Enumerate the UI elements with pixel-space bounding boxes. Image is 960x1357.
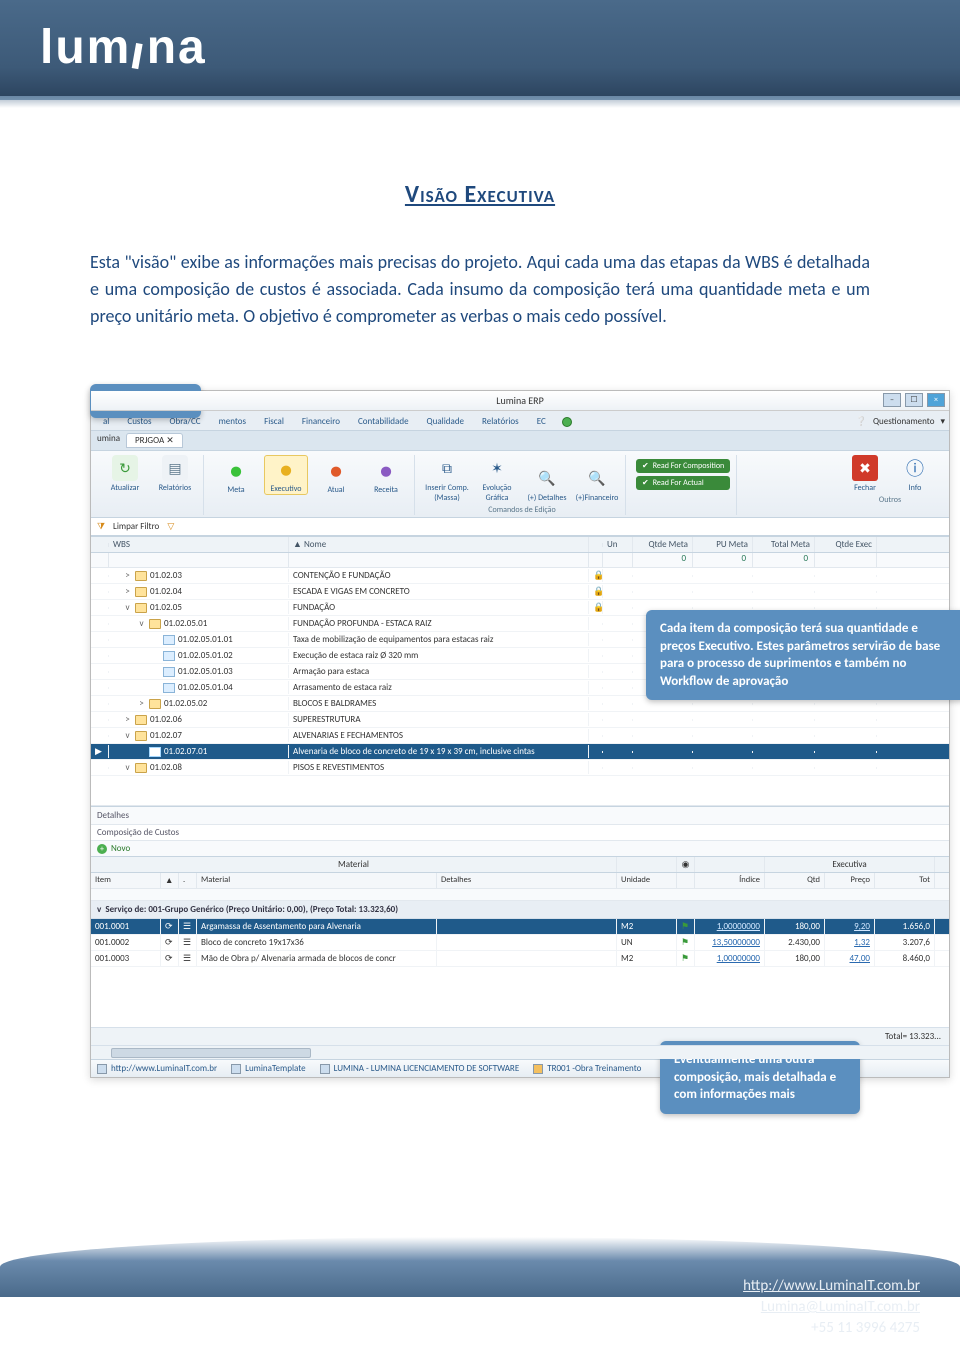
horizontal-scrollbar[interactable] bbox=[91, 1045, 949, 1059]
ribbon-tab[interactable]: Contabilidade bbox=[350, 413, 417, 430]
footer-email: Lumina@LuminaIT.com.br bbox=[743, 1297, 920, 1318]
detail-grid-head1: Material ◉ Executiva bbox=[91, 856, 949, 873]
footer-phone: +55 11 3996 4275 bbox=[743, 1318, 920, 1339]
col-wbs[interactable]: WBS bbox=[109, 537, 289, 552]
section-title: Visão Executiva bbox=[90, 180, 870, 209]
detail-title: Detalhes bbox=[91, 807, 949, 825]
col-nome[interactable]: Nome bbox=[304, 539, 326, 550]
window-close-button[interactable]: × bbox=[927, 393, 945, 407]
read-actual-toggle[interactable]: ✔ Read For Actual bbox=[636, 476, 730, 490]
ribbon-toolbar: ↻Atualizar ▤Relatórios ●Meta ●Executivo … bbox=[91, 451, 949, 518]
ribbon-tab[interactable]: mentos bbox=[211, 413, 255, 430]
atual-view-button[interactable]: ●Atual bbox=[314, 457, 358, 495]
status-project: TR001 -Obra Treinamento bbox=[533, 1063, 641, 1074]
ribbon-group-label: Outros bbox=[879, 495, 901, 505]
status-license: LUMINA - LUMINA LICENCIAMENTO DE SOFTWAR… bbox=[320, 1063, 520, 1074]
filter-bar: ⧩ Limpar Filtro ▽ bbox=[91, 518, 949, 536]
wbs-row[interactable]: v 01.02.08PISOS E REVESTIMENTOS bbox=[91, 760, 949, 776]
ribbon-tab[interactable]: Financeiro bbox=[294, 413, 348, 430]
detail-pane: Detalhes Composição de Custos +Novo Mate… bbox=[91, 806, 949, 1059]
financeiro-button[interactable]: 🔍(+)Financeiro bbox=[575, 465, 619, 503]
help-icon[interactable]: ❔ bbox=[856, 416, 867, 427]
doc-icon bbox=[231, 1064, 241, 1074]
check-icon bbox=[562, 417, 572, 427]
detail-total: Total= 13.323... bbox=[885, 1031, 941, 1042]
grid-blank-space bbox=[91, 776, 949, 806]
page-banner: lumına bbox=[0, 0, 960, 100]
ribbon-tab[interactable]: Qualidade bbox=[419, 413, 472, 430]
file-icon bbox=[320, 1064, 330, 1074]
col-pu-meta[interactable]: PU Meta bbox=[693, 537, 753, 552]
scrollbar-thumb[interactable] bbox=[111, 1048, 311, 1058]
group-material: Material bbox=[91, 857, 617, 872]
ribbon-tab[interactable]: Fiscal bbox=[256, 413, 292, 430]
brand-logo: lumına bbox=[0, 0, 960, 75]
detail-subtitle: Composição de Custos bbox=[91, 825, 949, 841]
novo-button[interactable]: +Novo bbox=[91, 841, 136, 856]
insert-comp-button[interactable]: ⧉Inserir Comp. (Massa) bbox=[425, 455, 469, 503]
screenshot-figure: Visão executiva Cada item da composição … bbox=[80, 390, 960, 1078]
meta-view-button[interactable]: ●Meta bbox=[214, 457, 258, 495]
footer-url: http://www.LuminaIT.com.br bbox=[743, 1276, 920, 1297]
executivo-view-button[interactable]: ●Executivo bbox=[264, 455, 308, 495]
funnel-icon[interactable]: ⧩ bbox=[97, 521, 105, 532]
read-composition-toggle[interactable]: ✔ Read For Composition bbox=[636, 459, 730, 473]
clear-filter-button[interactable]: Limpar Filtro bbox=[113, 521, 159, 532]
evolucao-button[interactable]: ✶Evolução Gráfica bbox=[475, 455, 519, 503]
document-tabs: umina PRJGOA ✕ bbox=[91, 431, 949, 451]
callout-right: Cada item da composição terá sua quantid… bbox=[646, 610, 960, 700]
ribbon-tabs: al Custos Obra/CC mentos Fiscal Financei… bbox=[91, 411, 949, 431]
help-label[interactable]: Questionamento bbox=[873, 416, 934, 427]
window-minimize-button[interactable]: – bbox=[883, 393, 901, 407]
detail-grid-body: 001.0001⟳☰Argamassa de Assentamento para… bbox=[91, 919, 949, 967]
window-titlebar: Lumina ERP – ☐ × bbox=[91, 391, 949, 411]
col-qtde-meta[interactable]: Qtde Meta bbox=[633, 537, 693, 552]
status-url[interactable]: http://www.LuminaIT.com.br bbox=[97, 1063, 217, 1074]
detail-row[interactable]: 001.0002⟳☰Bloco de concreto 19x17x36UN⚑1… bbox=[91, 935, 949, 951]
col-un[interactable]: Un bbox=[603, 537, 633, 552]
col-qtde-exec[interactable]: Qtde Exec bbox=[815, 537, 877, 552]
detail-grid-head2: Item ▲. Material Detalhes Unidade Índice… bbox=[91, 873, 949, 889]
filter-icon[interactable]: ▽ bbox=[167, 521, 174, 532]
callout-right-text: Cada item da composição terá sua quantid… bbox=[660, 621, 940, 689]
wbs-row[interactable]: > 01.02.06SUPERESTRUTURA bbox=[91, 712, 949, 728]
wbs-grid-filter-row: 0 0 0 bbox=[91, 553, 949, 568]
section-paragraph: Esta "visão" exibe as informações mais p… bbox=[90, 249, 870, 330]
detail-row[interactable]: 001.0001⟳☰Argamassa de Assentamento para… bbox=[91, 919, 949, 935]
receita-view-button[interactable]: ●Receita bbox=[364, 457, 408, 495]
wbs-row[interactable]: > 01.02.04ESCADA E VIGAS EM CONCRETO🔒 bbox=[91, 584, 949, 600]
document-tab[interactable]: PRJGOA ✕ bbox=[126, 433, 183, 448]
home-icon bbox=[533, 1064, 543, 1074]
col-total-meta[interactable]: Total Meta bbox=[753, 537, 815, 552]
info-button[interactable]: ⓘInfo bbox=[893, 455, 937, 493]
document-body: Visão Executiva Esta "visão" exibe as in… bbox=[0, 100, 960, 1078]
detalhes-button[interactable]: 🔍(+) Detalhes bbox=[525, 465, 569, 503]
window-title: Lumina ERP bbox=[496, 394, 544, 407]
close-button[interactable]: ✖Fechar bbox=[843, 455, 887, 493]
refresh-button[interactable]: ↻Atualizar bbox=[103, 455, 147, 493]
wbs-grid-header: WBS ▲ Nome Un Qtde Meta PU Meta Total Me… bbox=[91, 536, 949, 553]
detail-row[interactable]: 001.0003⟳☰Mão de Obra p/ Alvenaria armad… bbox=[91, 951, 949, 967]
wbs-row[interactable]: > 01.02.03CONTENÇÃO E FUNDAÇÃO🔒 bbox=[91, 568, 949, 584]
dropdown-icon[interactable]: ▾ bbox=[940, 416, 945, 427]
doc-tab-left: umina bbox=[97, 433, 120, 448]
detail-filter-row bbox=[91, 889, 949, 901]
ribbon-group-label: Comandos de Edição bbox=[488, 505, 555, 515]
detail-service-group[interactable]: v Serviço de: 001-Grupo Genérico (Preço … bbox=[91, 901, 949, 919]
window-maximize-button[interactable]: ☐ bbox=[905, 393, 923, 407]
app-window: Lumina ERP – ☐ × al Custos Obra/CC mento… bbox=[90, 390, 950, 1078]
callout-bottom-text: Eventualmente uma outra composição, mais… bbox=[674, 1052, 836, 1102]
ribbon-tab[interactable]: EC bbox=[529, 413, 554, 430]
page-footer: http://www.LuminaIT.com.br Lumina@Lumina… bbox=[0, 1207, 960, 1357]
status-template: LuminaTemplate bbox=[231, 1063, 305, 1074]
globe-icon bbox=[97, 1064, 107, 1074]
wbs-row[interactable]: ▶ 01.02.07.01Alvenaria de bloco de concr… bbox=[91, 744, 949, 760]
group-executiva: Executiva bbox=[765, 857, 935, 872]
reports-button[interactable]: ▤Relatórios bbox=[153, 455, 197, 493]
wbs-row[interactable]: v 01.02.07ALVENARIAS E FECHAMENTOS bbox=[91, 728, 949, 744]
ribbon-tab[interactable]: Relatórios bbox=[474, 413, 527, 430]
